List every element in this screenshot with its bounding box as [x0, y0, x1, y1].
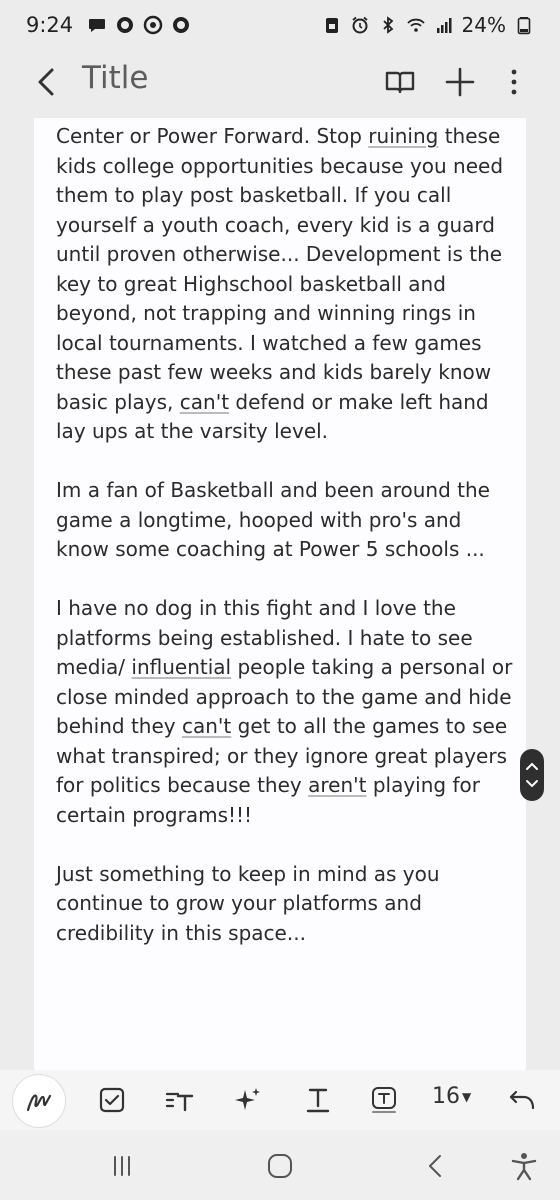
- wifi-icon: [406, 18, 425, 32]
- signal-icon: [436, 18, 452, 33]
- handwriting-pen-button[interactable]: [12, 1074, 66, 1128]
- status-time: 9:24: [26, 13, 74, 37]
- record-icon: [117, 17, 134, 33]
- note-paragraph[interactable]: Im a fan of Basketball and been around t…: [56, 476, 516, 565]
- add-plus-icon[interactable]: [442, 64, 478, 100]
- font-size-value: 16: [432, 1084, 460, 1109]
- chrome-icon: [143, 15, 163, 35]
- scroll-chevrons-icon: [526, 762, 538, 788]
- editor-toolbar: 16 ▼: [0, 1070, 560, 1130]
- pen-icon: [26, 1094, 52, 1112]
- back-nav-icon[interactable]: [420, 1150, 452, 1182]
- note-title[interactable]: Title: [82, 60, 148, 96]
- checkbox-icon[interactable]: [96, 1084, 128, 1116]
- note-body-text[interactable]: Center or Power Forward. Stop ruining th…: [56, 122, 516, 978]
- text-format-icon[interactable]: [302, 1084, 334, 1116]
- back-button[interactable]: [30, 64, 66, 100]
- status-left: 9:24: [26, 13, 191, 37]
- app-bar: Title: [0, 50, 560, 118]
- battery-icon: [517, 17, 531, 35]
- note-text-run: Center or Power Forward. Stop: [56, 124, 369, 148]
- spellcheck-word: aren't: [308, 773, 367, 797]
- bluetooth-icon: [382, 16, 393, 34]
- spellcheck-word: influential: [131, 655, 232, 679]
- note-text-run: Just something to keep in mind as you co…: [56, 861, 440, 945]
- recent-apps-icon[interactable]: [106, 1150, 138, 1182]
- note-editor[interactable]: Center or Power Forward. Stop ruining th…: [34, 118, 526, 1070]
- status-bar: 9:24 24%: [0, 0, 560, 50]
- system-nav-bar: [0, 1130, 560, 1200]
- spellcheck-word: can't: [179, 389, 230, 414]
- note-paragraph[interactable]: Just something to keep in mind as you co…: [56, 860, 516, 949]
- chat-bubble-icon: [89, 19, 106, 32]
- more-options-icon[interactable]: [496, 64, 532, 100]
- text-box-icon[interactable]: [368, 1084, 400, 1116]
- alarm-icon: [351, 16, 368, 34]
- home-icon[interactable]: [264, 1150, 296, 1182]
- ai-sparkle-icon[interactable]: [232, 1084, 264, 1116]
- reading-mode-book-icon[interactable]: [382, 64, 418, 100]
- note-paragraph[interactable]: I have no dog in this fight and I love t…: [56, 594, 516, 830]
- battery-percent: 24%: [461, 13, 506, 37]
- spellcheck-word: can't: [181, 714, 232, 738]
- note-paragraph[interactable]: Center or Power Forward. Stop ruining th…: [56, 122, 516, 447]
- accessibility-icon[interactable]: [508, 1150, 540, 1182]
- note-text-run: these kids college opportunities because…: [56, 124, 504, 414]
- save-icon: [325, 18, 338, 33]
- spellcheck-word: ruining: [368, 124, 439, 148]
- font-size-dropdown[interactable]: 16 ▼: [432, 1084, 471, 1109]
- record-icon: [173, 17, 190, 33]
- dropdown-caret-icon: ▼: [462, 1090, 472, 1104]
- scroll-handle[interactable]: [520, 749, 544, 801]
- note-text-run: Im a fan of Basketball and been around t…: [56, 478, 490, 561]
- text-style-icon[interactable]: [164, 1084, 196, 1116]
- undo-icon[interactable]: [506, 1084, 538, 1116]
- status-right: 24%: [322, 13, 534, 37]
